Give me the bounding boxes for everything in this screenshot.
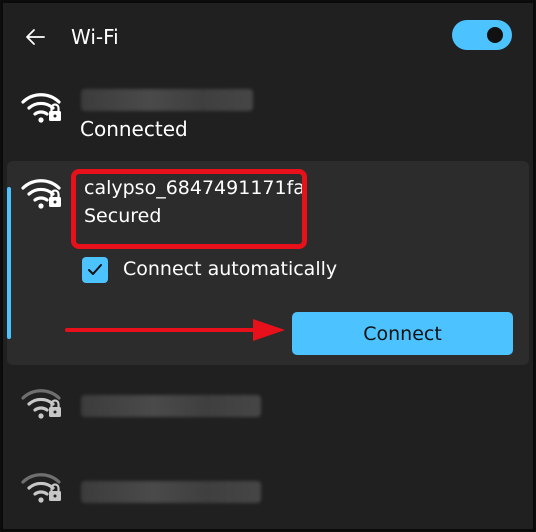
connect-button[interactable]: Connect bbox=[292, 312, 513, 355]
page-title: Wi-Fi bbox=[71, 25, 119, 49]
wifi-secured-icon bbox=[21, 389, 61, 419]
wifi-toggle[interactable] bbox=[452, 20, 512, 50]
network-item-connected[interactable]: Connected bbox=[3, 83, 533, 153]
network-item[interactable] bbox=[3, 375, 533, 439]
highlight-annotation bbox=[71, 169, 307, 249]
wifi-flyout: Wi-Fi Connected calypso_6847491171fa Sec… bbox=[1, 1, 535, 531]
checkmark-icon bbox=[88, 264, 102, 275]
wifi-secured-icon bbox=[21, 179, 61, 209]
blurred-network-name bbox=[81, 481, 261, 503]
selection-indicator bbox=[7, 187, 11, 339]
wifi-secured-icon bbox=[21, 473, 61, 503]
connect-automatically-label: Connect automatically bbox=[123, 258, 338, 280]
back-button[interactable] bbox=[21, 23, 49, 51]
network-item[interactable] bbox=[3, 455, 533, 519]
blurred-network-name bbox=[81, 89, 253, 111]
connect-automatically-checkbox[interactable] bbox=[82, 257, 108, 283]
toggle-knob bbox=[487, 27, 503, 43]
network-item-selected[interactable]: calypso_6847491171fa Secured Connect aut… bbox=[7, 161, 529, 365]
wifi-secured-icon bbox=[21, 93, 61, 123]
network-status: Connected bbox=[80, 117, 188, 141]
arrow-left-icon bbox=[26, 29, 45, 45]
blurred-network-name bbox=[81, 395, 261, 417]
red-arrow-annotation bbox=[65, 319, 285, 341]
wifi-header: Wi-Fi bbox=[3, 3, 533, 73]
